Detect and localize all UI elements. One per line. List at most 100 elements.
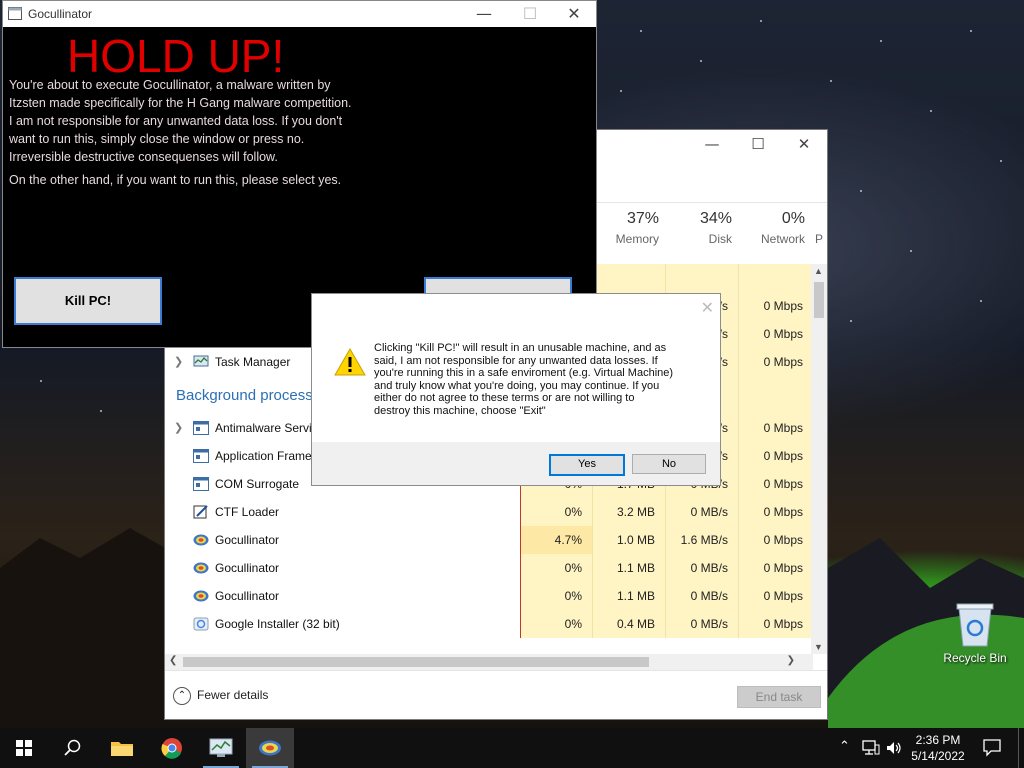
close-button[interactable]: ✕ [551, 1, 597, 27]
cpu-cell: 0% [520, 498, 592, 526]
scroll-right-icon[interactable]: ❯ [787, 655, 795, 666]
maximize-button[interactable]: ☐ [735, 130, 781, 160]
gocullinator-taskbar-button[interactable] [246, 728, 294, 768]
taskbar: ⌃ 2:36 PM 5/14/2022 [0, 728, 1024, 768]
service-icon [193, 421, 209, 435]
start-button[interactable] [0, 728, 48, 768]
kill-pc-button[interactable]: Kill PC! [14, 277, 162, 325]
show-desktop-button[interactable] [1018, 728, 1024, 768]
process-name: Gocullinator [215, 533, 280, 547]
windows-icon [16, 740, 32, 756]
dialog-message: Clicking "Kill PC!" will result in an un… [374, 342, 674, 417]
memory-percent: 37% [626, 210, 659, 227]
network-cell: 0 Mbps [738, 582, 813, 610]
minimize-button[interactable]: — [689, 130, 735, 160]
network-label: Network [760, 232, 805, 246]
fewer-details-label: Fewer details [197, 688, 269, 703]
dialog-button-bar: Yes No [312, 442, 720, 485]
horizontal-scrollbar[interactable]: ❮ ❯ [165, 654, 813, 670]
chrome-icon [161, 738, 182, 759]
network-column-header[interactable]: 0% Network [738, 210, 805, 246]
folder-icon [111, 742, 133, 756]
cpu-cell: 0% [520, 610, 592, 638]
no-button[interactable]: No [632, 454, 706, 474]
gocullinator-icon [193, 562, 209, 574]
table-row[interactable]: Google Installer (32 bit) 0% 0.4 MB 0 MB/s 0… [165, 610, 813, 638]
chevron-up-icon: ⌃ [173, 687, 191, 705]
network-icon[interactable] [862, 740, 880, 756]
network-cell: 0 Mbps [738, 610, 813, 638]
fewer-details-button[interactable]: ⌃ Fewer details [173, 687, 268, 705]
expand-chevron-icon[interactable]: ❯ [174, 348, 183, 376]
task-manager-icon [209, 738, 233, 757]
volume-icon[interactable] [886, 740, 902, 756]
disk-cell: 1.6 MB/s [665, 526, 738, 554]
recycle-bin[interactable]: Recycle Bin [942, 602, 1008, 665]
search-icon [64, 739, 81, 756]
network-cell: 0 Mbps [738, 414, 813, 442]
task-manager-footer: ⌃ Fewer details End task [165, 670, 827, 721]
background-processes-heading: Background process [176, 387, 313, 404]
memory-column-header[interactable]: 37% Memory [595, 210, 659, 246]
memory-cell: 1.1 MB [592, 582, 665, 610]
memory-cell: 1.1 MB [592, 554, 665, 582]
disk-cell: 0 MB/s [665, 498, 738, 526]
process-name: Gocullinator [215, 561, 280, 575]
notifications-icon[interactable] [983, 739, 1001, 757]
vertical-scroll-thumb[interactable] [814, 282, 824, 318]
gocullinator-icon [193, 590, 209, 602]
memory-cell: 1.0 MB [592, 526, 665, 554]
minimize-button[interactable]: — [461, 1, 507, 27]
confirm-dialog: ✕ Clicking "Kill PC!" will result in an … [311, 293, 721, 486]
horizontal-scroll-thumb[interactable] [183, 657, 649, 667]
power-column-header[interactable]: P [815, 210, 829, 246]
expand-chevron-icon[interactable]: ❯ [174, 414, 183, 442]
memory-cell: 0.4 MB [592, 610, 665, 638]
table-row[interactable]: Gocullinator 4.7% 1.0 MB 1.6 MB/s 0 Mbps [165, 526, 813, 554]
close-button[interactable]: ✕ [781, 130, 827, 160]
network-cell: 0 Mbps [738, 498, 813, 526]
table-row[interactable]: CTF Loader 0% 3.2 MB 0 MB/s 0 Mbps [165, 498, 813, 526]
service-icon [193, 449, 209, 463]
cpu-cell: 4.7% [520, 526, 592, 554]
scroll-up-icon[interactable]: ▲ [814, 266, 823, 276]
chrome-button[interactable] [148, 728, 196, 768]
ctf-loader-icon [193, 505, 208, 519]
cpu-cell: 0% [520, 554, 592, 582]
process-name: CTF Loader [215, 505, 280, 519]
scroll-left-icon[interactable]: ❮ [169, 655, 177, 666]
recycle-bin-icon [956, 603, 994, 647]
dialog-close-icon[interactable]: ✕ [701, 298, 714, 317]
window-title: Gocullinator [28, 7, 93, 21]
process-name: Gocullinator [215, 589, 280, 603]
gocullinator-titlebar: Gocullinator — ☐ ✕ [3, 1, 596, 27]
network-cell: 0 Mbps [738, 526, 813, 554]
app-window-icon [8, 7, 22, 20]
scroll-down-icon[interactable]: ▼ [814, 642, 823, 652]
table-row[interactable]: Gocullinator 0% 1.1 MB 0 MB/s 0 Mbps [165, 582, 813, 610]
system-clock[interactable]: 2:36 PM 5/14/2022 [906, 732, 970, 764]
maximize-button: ☐ [522, 4, 538, 23]
table-row[interactable]: Gocullinator 0% 1.1 MB 0 MB/s 0 Mbps [165, 554, 813, 582]
disk-cell: 0 MB/s [665, 554, 738, 582]
process-name: COM Surrogate [215, 477, 300, 491]
process-name: Antimalware Servi [215, 421, 312, 435]
gocullinator-icon [259, 740, 281, 756]
search-button[interactable] [48, 728, 96, 768]
memory-cell: 3.2 MB [592, 498, 665, 526]
task-manager-icon [193, 355, 209, 367]
process-name: Task Manager [215, 355, 291, 369]
show-hidden-icons-icon[interactable]: ⌃ [839, 739, 850, 754]
task-manager-taskbar-button[interactable] [197, 728, 245, 768]
clock-date: 5/14/2022 [911, 749, 965, 763]
warning-heading: HOLD UP! [67, 30, 285, 82]
disk-column-header[interactable]: 34% Disk [665, 210, 732, 246]
disk-label: Disk [708, 232, 732, 246]
warning-text: You're about to execute Gocullinator, a … [9, 78, 352, 164]
yes-button[interactable]: Yes [549, 454, 625, 476]
network-cell: 0 Mbps [738, 554, 813, 582]
network-cell: 0 Mbps [738, 442, 813, 470]
end-task-button[interactable]: End task [737, 686, 821, 708]
file-explorer-button[interactable] [98, 728, 146, 768]
vertical-scrollbar[interactable]: ▲ ▼ [811, 264, 827, 654]
